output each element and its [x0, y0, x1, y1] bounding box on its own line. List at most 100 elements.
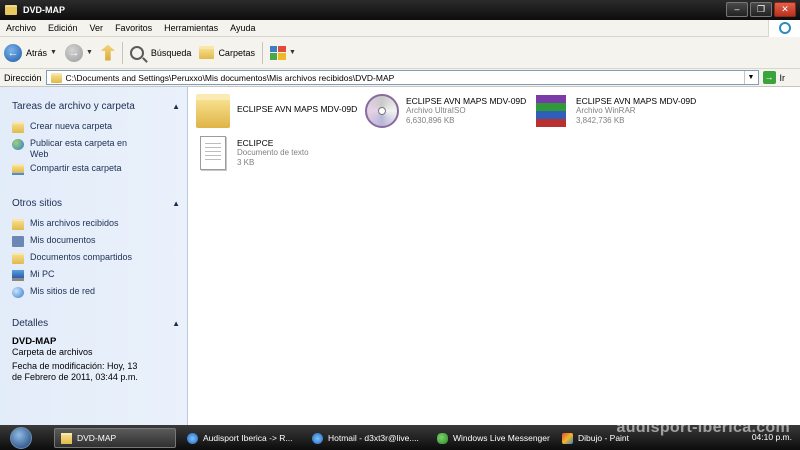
taskbar-button-explorer[interactable]: DVD-MAP — [54, 428, 176, 448]
chevron-down-icon[interactable]: ▼ — [86, 49, 93, 56]
place-label: Mis archivos recibidos — [30, 218, 119, 228]
folder-icon — [50, 72, 62, 83]
menu-archivo[interactable]: Archivo — [0, 23, 42, 33]
place-label: Mis sitios de red — [30, 286, 96, 296]
chevron-down-icon[interactable]: ▼ — [50, 49, 57, 56]
other-places-header[interactable]: Otros sitios ▲ — [12, 194, 180, 212]
details-name: DVD-MAP — [12, 336, 57, 347]
file-tasks-header[interactable]: Tareas de archivo y carpeta ▲ — [12, 97, 180, 115]
other-places-section: Otros sitios ▲ Mis archivos recibidos Mi… — [12, 194, 180, 300]
address-dropdown-button[interactable]: ▼ — [743, 71, 758, 84]
file-item[interactable]: ECLIPSE AVN MAPS MDV-09D Archivo UltraIS… — [362, 91, 527, 131]
file-item[interactable]: ECLIPSE AVN MAPS MDV-09D Archivo WinRAR … — [532, 91, 697, 131]
maximize-button[interactable]: ❐ — [750, 2, 772, 17]
chevron-down-icon[interactable]: ▼ — [289, 49, 296, 56]
network-icon — [12, 287, 24, 298]
winrar-icon — [532, 91, 572, 131]
watermark-logo: audisport-iberica.com — [616, 419, 790, 436]
file-name: ECLIPSE AVN MAPS MDV-09D — [237, 104, 358, 114]
task-share-folder[interactable]: Compartir esta carpeta — [12, 163, 180, 177]
close-button[interactable]: ✕ — [774, 2, 796, 17]
folders-button[interactable]: Carpetas — [195, 40, 259, 66]
taskbar-button-browser[interactable]: Audisport Iberica -> R... — [181, 428, 303, 448]
place-label: Documentos compartidos — [30, 252, 133, 262]
file-size: 6,630,896 KB — [406, 116, 455, 125]
folder-icon — [12, 219, 24, 230]
section-title: Detalles — [12, 317, 49, 329]
documents-icon — [12, 236, 24, 247]
task-new-folder[interactable]: Crear nueva carpeta — [12, 121, 180, 135]
forward-button[interactable]: → ▼ — [61, 40, 97, 66]
publish-web-icon — [12, 139, 24, 150]
file-name: ECLIPSE AVN MAPS MDV-09D — [576, 96, 697, 106]
taskbar-button-label: Hotmail - d3xt3r@live.... — [328, 433, 419, 443]
menu-ayuda[interactable]: Ayuda — [224, 23, 261, 33]
windows-logo-icon — [768, 20, 800, 37]
folder-icon — [61, 432, 72, 444]
file-list: ECLIPSE AVN MAPS MDV-09D ECLIPSE AVN MAP… — [189, 87, 800, 425]
go-arrow-icon: → — [762, 71, 776, 84]
menu-edicion[interactable]: Edición — [42, 23, 84, 33]
back-button[interactable]: ← Atrás ▼ — [0, 40, 61, 66]
file-item[interactable]: ECLIPSE AVN MAPS MDV-09D — [193, 91, 358, 131]
taskbar-button-label: Audisport Iberica -> R... — [203, 433, 293, 443]
place-my-documents[interactable]: Mis documentos — [12, 235, 180, 249]
new-folder-icon — [12, 122, 24, 133]
details-header[interactable]: Detalles ▲ — [12, 314, 180, 332]
go-button[interactable]: → Ir — [762, 71, 786, 84]
folder-icon — [193, 91, 233, 131]
menu-herramientas[interactable]: Herramientas — [158, 23, 224, 33]
place-network[interactable]: Mis sitios de red — [12, 286, 180, 300]
menu-ver[interactable]: Ver — [84, 23, 110, 33]
up-folder-button[interactable] — [97, 40, 119, 66]
menu-bar: Archivo Edición Ver Favoritos Herramient… — [0, 20, 800, 37]
search-icon — [129, 45, 144, 60]
section-title: Otros sitios — [12, 197, 63, 209]
collapse-icon[interactable]: ▲ — [172, 319, 180, 328]
computer-icon — [12, 270, 24, 281]
file-name: ECLIPCE — [237, 138, 274, 148]
share-folder-icon — [12, 164, 24, 175]
menu-favoritos[interactable]: Favoritos — [109, 23, 158, 33]
collapse-icon[interactable]: ▲ — [172, 102, 180, 111]
address-bar: Dirección C:\Documents and Settings\Peru… — [0, 69, 800, 87]
taskbar-button-label: DVD-MAP — [77, 433, 117, 443]
window-title: DVD-MAP — [23, 5, 65, 15]
up-folder-icon — [100, 44, 115, 61]
place-shared-documents[interactable]: Documentos compartidos — [12, 252, 180, 266]
address-label: Dirección — [4, 72, 42, 83]
task-label: Publicar esta carpeta en Web — [30, 138, 128, 159]
place-received-files[interactable]: Mis archivos recibidos — [12, 218, 180, 232]
toolbar: ← Atrás ▼ → ▼ Búsqueda Carpetas ▼ — [0, 37, 800, 69]
file-item[interactable]: ECLIPCE Documento de texto 3 KB — [193, 133, 358, 173]
title-bar: DVD-MAP – ❐ ✕ — [0, 0, 800, 20]
disc-image-icon — [362, 91, 402, 131]
folders-label: Carpetas — [218, 47, 255, 58]
taskbar-button-hotmail[interactable]: Hotmail - d3xt3r@live.... — [306, 428, 428, 448]
start-button[interactable] — [10, 426, 32, 449]
go-label: Ir — [779, 72, 786, 83]
address-input[interactable]: C:\Documents and Settings\Peruxxo\Mis do… — [45, 70, 759, 85]
task-label: Compartir esta carpeta — [30, 163, 122, 173]
details-type: Carpeta de archivos — [12, 347, 93, 357]
task-pane: Tareas de archivo y carpeta ▲ Crear nuev… — [0, 87, 188, 425]
paint-icon — [562, 432, 573, 444]
place-my-computer[interactable]: Mi PC — [12, 269, 180, 283]
file-type: Archivo WinRAR — [576, 106, 636, 115]
collapse-icon[interactable]: ▲ — [172, 199, 180, 208]
taskbar-button-label: Windows Live Messenger — [453, 433, 550, 443]
back-arrow-icon: ← — [4, 43, 22, 62]
folders-icon — [199, 46, 215, 59]
search-button[interactable]: Búsqueda — [126, 40, 196, 66]
place-label: Mi PC — [30, 269, 55, 279]
folder-icon — [5, 5, 17, 15]
file-name: ECLIPSE AVN MAPS MDV-09D — [406, 96, 527, 106]
task-publish-web[interactable]: Publicar esta carpeta en Web — [12, 138, 180, 160]
taskbar-button-messenger[interactable]: Windows Live Messenger — [431, 428, 553, 448]
messenger-icon — [437, 432, 448, 444]
views-button[interactable]: ▼ — [266, 40, 300, 66]
minimize-button[interactable]: – — [726, 2, 748, 17]
address-path: C:\Documents and Settings\Peruxxo\Mis do… — [65, 72, 395, 83]
back-label: Atrás — [26, 47, 48, 58]
file-type: Archivo UltraISO — [406, 106, 466, 115]
